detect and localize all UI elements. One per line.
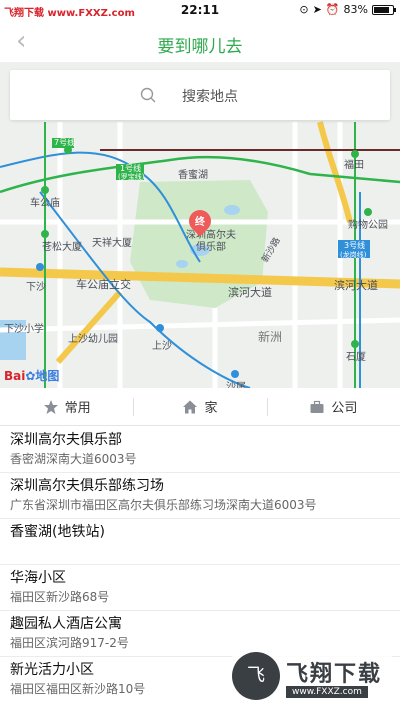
map-label-chegongmiao: 车公庙 [30,198,60,209]
map-label-binhe-1: 滨河大道 [228,286,272,299]
destination-marker[interactable]: 终 [184,205,216,238]
map-label-binhe-2: 滨河大道 [334,279,378,292]
metro-line1-sub-label: (罗宝线) [118,173,145,181]
battery-icon [372,4,396,15]
map-label-xiangmihu: 香蜜湖 [178,170,208,181]
tab-home[interactable]: 家 [133,388,266,425]
status-right: ⊙ ➤ ⏰ 83% [299,3,396,16]
location-icon: ➤ [312,3,322,16]
tab-home-label: 家 [204,401,218,416]
map-label-shawei: 沙尾 [226,382,246,388]
shortcut-tabs: 常用 家 公司 [0,388,400,426]
marker-label: 终 [195,217,205,228]
map-view[interactable]: 7号线 1号线 (罗宝线) 3号线 (龙岗线) 香蜜湖 福田 车公庙 天祥大厦 … [0,62,400,388]
list-item[interactable]: 深圳高尔夫俱乐部 香密湖深南大道6003号 [0,427,400,473]
map-label-shangsha-kindergarten: 上沙幼儿园 [68,334,118,345]
search-icon [140,87,156,103]
metro-line3-sub-label: (龙岗线) [340,251,367,259]
tab-company[interactable]: 公司 [266,388,400,425]
result-address: 广东省深圳市福田区高尔夫俱乐部练习场深南大道6003号 [10,498,317,512]
baidu-logo-ditu: 地图 [35,369,60,383]
map-label-xinzhou: 新洲 [258,330,283,344]
watermark-brand-text: 飞翔下载 [286,662,383,687]
battery-percent: 83% [343,3,368,16]
star-icon [43,399,58,414]
baidu-logo-bai: Bai [4,369,26,383]
briefcase-icon [310,400,324,413]
result-address: 香密湖深南大道6003号 [10,452,137,466]
map-label-shidai: 石厦 [346,352,366,363]
corner-watermark-logo: 飞 飞翔下载 www.FXXZ.com [232,650,392,706]
list-item[interactable]: 香蜜湖(地铁站) [0,519,400,565]
nav-bar: ‹ 要到哪儿去 [0,22,400,62]
map-label-songsong: 苍松大厦 [42,242,82,253]
list-item[interactable]: 深圳高尔夫俱乐部练习场 广东省深圳市福田区高尔夫俱乐部练习场深南大道6003号 [0,473,400,519]
watermark-mark: 飞 [232,652,280,700]
home-icon [183,400,198,413]
search-placeholder: 搜索地点 [182,89,238,105]
result-name: 华海小区 [10,570,66,586]
map-label-xiasha: 下沙 [26,282,46,293]
result-address: 福田区新沙路68号 [10,590,110,604]
map-label-chegong-overpass: 车公庙立交 [76,278,131,291]
status-bar: 飞翔下载 www.FXXZ.com 22:11 ⊙ ➤ ⏰ 83% [0,0,400,22]
alarm-icon: ⏰ [325,3,340,16]
list-item[interactable]: 华海小区 福田区新沙路68号 [0,565,400,611]
map-label-xiasha-school: 下沙小学 [4,324,44,335]
baidu-paw-icon: ✿ [25,369,36,383]
baidu-map-logo: Bai✿地图 [4,367,59,384]
map-label-gouwu: 购物公园 [348,220,388,231]
search-input[interactable]: 搜索地点 [10,70,390,120]
tab-frequent[interactable]: 常用 [0,388,133,425]
tab-company-label: 公司 [331,401,358,416]
map-label-futian: 福田 [344,160,364,171]
rotation-lock-icon: ⊙ [299,3,309,16]
map-label-golf2: 俱乐部 [196,242,226,253]
watermark-url: www.FXXZ.com [286,686,368,698]
result-name: 深圳高尔夫俱乐部练习场 [10,478,164,494]
page-title: 要到哪儿去 [157,37,243,57]
tab-frequent-label: 常用 [64,401,91,416]
map-label-shangsha: 上沙 [152,341,172,352]
result-name: 香蜜湖(地铁站) [10,524,105,540]
result-name: 趣园私人酒店公寓 [10,616,122,632]
map-label-tianxiang: 天祥大厦 [92,238,132,249]
result-name: 深圳高尔夫俱乐部 [10,432,122,448]
metro-line7-label: 7号线 [54,138,76,147]
